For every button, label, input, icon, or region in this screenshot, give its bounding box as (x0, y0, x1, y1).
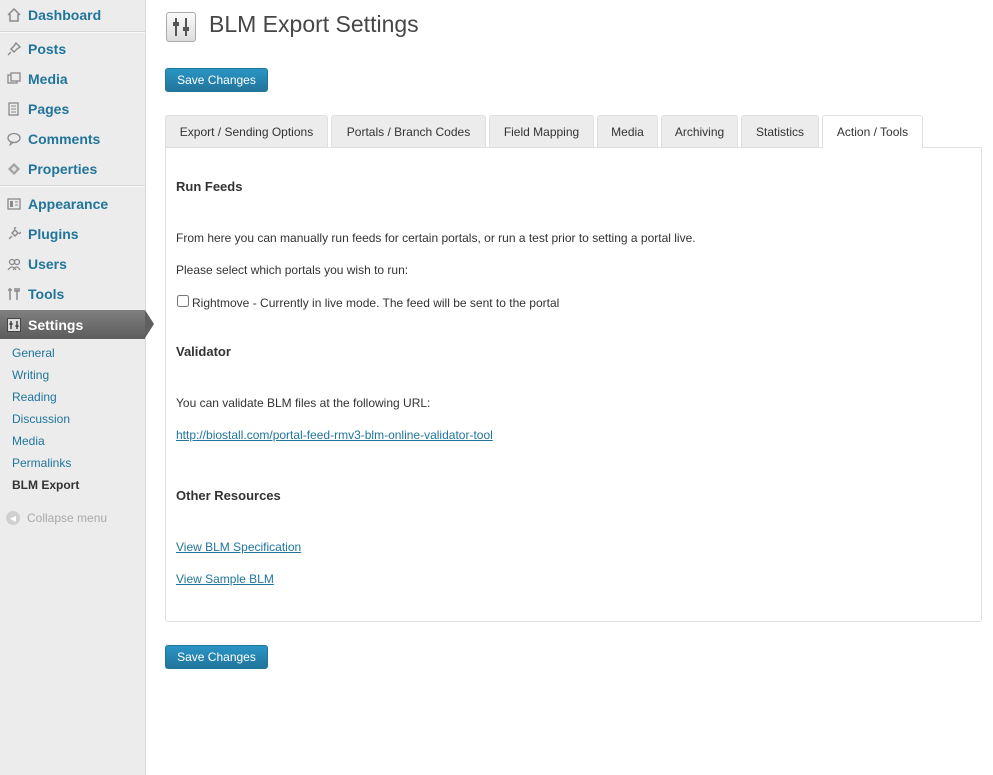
run-feeds-intro: From here you can manually run feeds for… (176, 231, 696, 245)
sidebar-item-dashboard[interactable]: Dashboard (0, 0, 145, 30)
submenu-item-permalinks[interactable]: Permalinks (12, 456, 71, 470)
collapse-menu-label: Collapse menu (27, 511, 108, 525)
sidebar-item-pages[interactable]: Pages (0, 94, 145, 124)
sidebar-item-appearance[interactable]: Appearance (0, 189, 145, 219)
sidebar-item-comments[interactable]: Comments (0, 124, 145, 154)
collapse-menu-button[interactable]: ◀ Collapse menu (6, 511, 107, 525)
sidebar-item-label: Comments (28, 131, 101, 147)
pages-icon (6, 101, 22, 117)
save-changes-button-bottom[interactable]: Save Changes (165, 645, 268, 669)
other-resources-heading: Other Resources (176, 488, 281, 503)
run-feeds-prompt: Please select which portals you wish to … (176, 263, 409, 277)
settings-icon (6, 317, 22, 333)
sidebar-item-label: Media (28, 71, 68, 87)
validator-heading: Validator (176, 344, 231, 359)
sidebar-item-label: Settings (28, 316, 84, 333)
sample-blm-link[interactable]: View Sample BLM (176, 572, 274, 586)
submenu-item-blm-export[interactable]: BLM Export (12, 478, 79, 492)
collapse-arrow-icon: ◀ (6, 511, 20, 525)
rightmove-checkbox[interactable] (177, 295, 189, 307)
appearance-icon (6, 196, 22, 212)
tab-field-mapping[interactable]: Field Mapping (489, 115, 594, 147)
submenu-item-discussion[interactable]: Discussion (12, 412, 70, 426)
page-title: BLM Export Settings (209, 11, 419, 37)
properties-icon (6, 161, 22, 177)
sidebar-item-properties[interactable]: Properties (0, 154, 145, 184)
validator-text: You can validate BLM files at the follow… (176, 396, 431, 410)
sidebar-item-label: Users (28, 256, 67, 272)
sidebar-item-plugins[interactable]: Plugins (0, 219, 145, 249)
settings-page-icon (166, 12, 196, 42)
tab-export-sending-options[interactable]: Export / Sending Options (165, 115, 328, 147)
sidebar-item-users[interactable]: Users (0, 249, 145, 279)
tools-icon (6, 286, 22, 302)
sidebar-item-media[interactable]: Media (0, 64, 145, 94)
tab-action-tools[interactable]: Action / Tools (822, 115, 923, 148)
current-menu-arrow (145, 310, 154, 338)
rightmove-checkbox-label[interactable]: Rightmove - Currently in live mode. The … (192, 296, 559, 310)
submenu-item-general[interactable]: General (12, 346, 55, 360)
sidebar-item-label: Appearance (28, 196, 109, 212)
submenu-item-writing[interactable]: Writing (12, 368, 49, 382)
submenu-item-reading[interactable]: Reading (12, 390, 57, 404)
tab-archiving[interactable]: Archiving (661, 115, 738, 147)
tab-media[interactable]: Media (597, 115, 658, 147)
submenu-item-media[interactable]: Media (12, 434, 45, 448)
sidebar-item-tools[interactable]: Tools (0, 279, 145, 309)
run-feeds-heading: Run Feeds (176, 179, 243, 194)
sidebar-item-label: Dashboard (28, 7, 102, 23)
tab-portals-branch-codes[interactable]: Portals / Branch Codes (331, 115, 486, 147)
pin-icon (6, 41, 22, 57)
plugins-icon (6, 226, 22, 242)
comments-icon (6, 131, 22, 147)
tab-statistics[interactable]: Statistics (741, 115, 819, 147)
dashboard-icon (6, 7, 22, 23)
sidebar-item-posts[interactable]: Posts (0, 34, 145, 64)
sidebar-item-label: Pages (28, 101, 70, 117)
media-icon (6, 71, 22, 87)
validator-url-link[interactable]: http://biostall.com/portal-feed-rmv3-blm… (176, 428, 493, 442)
admin-sidebar: Dashboard Posts Media Pages Comments Pro… (0, 0, 154, 775)
sidebar-item-label: Properties (28, 161, 98, 177)
sidebar-item-label: Posts (28, 41, 67, 57)
blm-specification-link[interactable]: View BLM Specification (176, 540, 301, 554)
sidebar-item-label: Plugins (28, 226, 79, 242)
save-changes-button-top[interactable]: Save Changes (165, 68, 268, 92)
sidebar-item-settings[interactable]: Settings (0, 310, 145, 339)
users-icon (6, 256, 22, 272)
sidebar-item-label: Tools (28, 286, 65, 302)
